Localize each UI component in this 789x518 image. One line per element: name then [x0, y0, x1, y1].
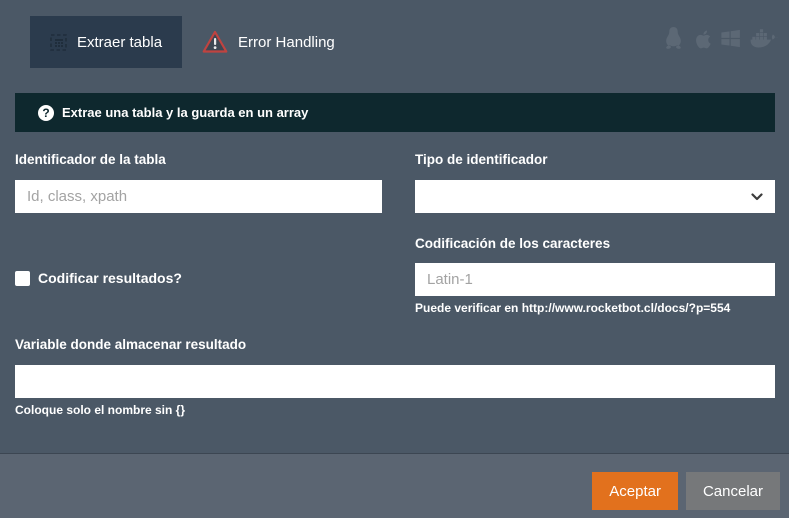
apple-icon — [691, 27, 712, 51]
platform-icons — [663, 26, 780, 51]
variable-input[interactable] — [15, 365, 775, 398]
form: Identificador de la tabla Tipo de identi… — [0, 132, 789, 417]
codificar-label[interactable]: Codificar resultados? — [38, 270, 182, 286]
codificacion-input[interactable] — [415, 263, 775, 296]
tab-bar: Extraer tabla Error Handling — [0, 0, 789, 68]
info-bar: ? Extrae una tabla y la guarda en un arr… — [15, 93, 775, 132]
variable-label: Variable donde almacenar resultado — [15, 337, 775, 352]
linux-icon — [663, 26, 684, 51]
field-codificar: Codificar resultados? — [15, 213, 382, 315]
tab-extraer-tabla[interactable]: Extraer tabla — [30, 16, 182, 68]
info-text: Extrae una tabla y la guarda en un array — [62, 105, 308, 120]
tab-error-handling[interactable]: Error Handling — [182, 16, 355, 68]
docker-icon — [749, 27, 780, 51]
tab-label: Extraer tabla — [77, 34, 162, 51]
cancel-button[interactable]: Cancelar — [686, 472, 780, 510]
question-circle-icon: ? — [38, 105, 54, 121]
variable-help: Coloque solo el nombre sin {} — [15, 403, 775, 417]
identificador-label: Identificador de la tabla — [15, 152, 382, 167]
tab-label: Error Handling — [238, 34, 335, 51]
extract-table-dialog: Extraer tabla Error Handling — [0, 0, 789, 518]
field-variable: Variable donde almacenar resultado Coloq… — [15, 315, 775, 417]
windows-icon — [719, 27, 742, 50]
table-icon — [50, 34, 67, 51]
field-identificador: Identificador de la tabla — [15, 132, 382, 213]
tipo-select[interactable] — [415, 180, 775, 213]
codificacion-label: Codificación de los caracteres — [415, 236, 775, 251]
tipo-label: Tipo de identificador — [415, 152, 775, 167]
codificacion-help: Puede verificar en http://www.rocketbot.… — [415, 301, 775, 315]
warning-icon — [202, 30, 228, 54]
field-codificacion: Codificación de los caracteres Puede ver… — [415, 213, 775, 315]
field-tipo: Tipo de identificador — [415, 132, 775, 213]
accept-button[interactable]: Aceptar — [592, 472, 678, 510]
footer: Aceptar Cancelar — [0, 453, 789, 518]
codificar-checkbox[interactable] — [15, 271, 30, 286]
identificador-input[interactable] — [15, 180, 382, 213]
